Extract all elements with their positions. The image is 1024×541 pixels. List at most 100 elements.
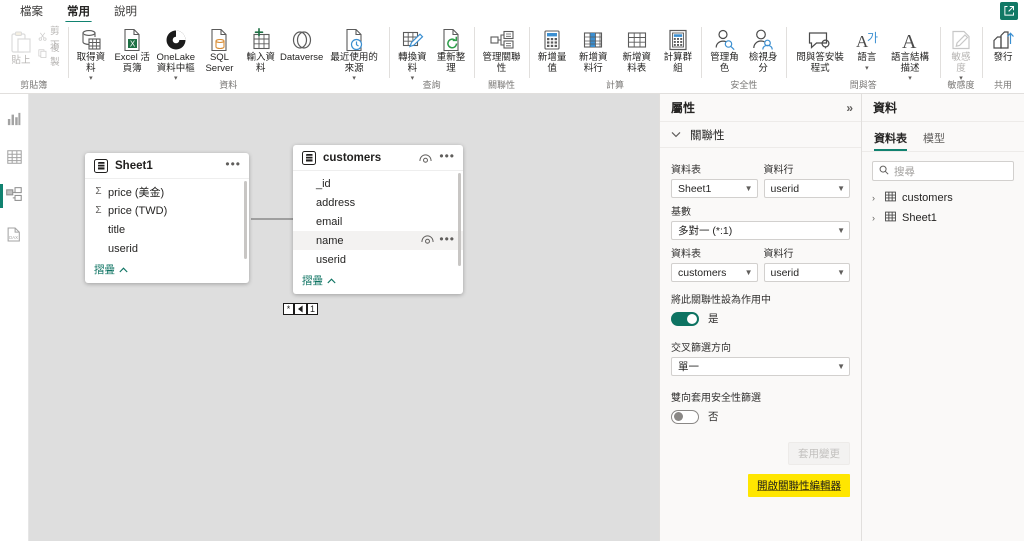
new-table-button[interactable]: 新增資料表 bbox=[615, 25, 659, 74]
field-label: _id bbox=[316, 177, 331, 190]
tab-model[interactable]: 模型 bbox=[923, 130, 945, 151]
tab-tables[interactable]: 資料表 bbox=[874, 130, 907, 151]
copy-button[interactable]: 複製 bbox=[38, 43, 64, 68]
field-row[interactable]: Σ price (TWD) bbox=[85, 201, 249, 220]
new-column-label: 新增資料行 bbox=[579, 52, 608, 74]
to-table-label: 資料表 bbox=[671, 249, 701, 260]
share-export-icon[interactable] bbox=[1000, 2, 1018, 20]
double-chevron-right-icon[interactable]: » bbox=[846, 101, 853, 115]
group-label-calculations: 計算 bbox=[606, 80, 625, 90]
card-scrollbar[interactable] bbox=[458, 173, 461, 266]
ribbon-group-data: 取得資料 ▾ X Excel 活頁簿 OneLake 資料中樞 ▾ SQL Se… bbox=[67, 22, 390, 94]
dataverse-icon bbox=[290, 27, 314, 53]
publish-button[interactable]: 發行 bbox=[986, 25, 1020, 64]
enter-data-button[interactable]: 輸入資料 bbox=[241, 25, 280, 74]
hide-eye-icon[interactable] bbox=[421, 234, 434, 247]
relationship-cardinality-many: * bbox=[283, 303, 294, 315]
ribbon-tab-file[interactable]: 檔案 bbox=[8, 1, 55, 22]
more-options-icon[interactable]: ••• bbox=[225, 158, 241, 172]
chevron-down-icon[interactable] bbox=[671, 129, 681, 141]
apply-changes-button[interactable]: 套用變更 bbox=[788, 442, 850, 465]
qna-setup-button[interactable]: 問與答安裝程式 bbox=[790, 25, 849, 74]
svg-text:X: X bbox=[130, 39, 136, 48]
manage-relationships-button[interactable]: 管理關聯性 bbox=[478, 25, 525, 74]
excel-workbook-button[interactable]: X Excel 活頁簿 bbox=[110, 25, 154, 74]
chevron-down-icon[interactable]: ▾ bbox=[865, 65, 869, 73]
bidirectional-security-toggle[interactable] bbox=[671, 409, 699, 424]
hide-eye-icon[interactable] bbox=[419, 153, 432, 163]
properties-title: 屬性 bbox=[671, 101, 696, 115]
language-button[interactable]: A 가 語言 ▾ bbox=[850, 25, 884, 73]
active-relationship-toggle[interactable] bbox=[671, 311, 699, 326]
calculation-group-button[interactable]: 計算群組 bbox=[659, 25, 698, 74]
to-column-select[interactable]: userid ▼ bbox=[763, 263, 850, 282]
sidebar-item-table-view[interactable] bbox=[0, 142, 28, 174]
from-row: 資料表 Sheet1 ▼ 資料行 userid ▼ bbox=[671, 156, 850, 198]
field-row[interactable]: title bbox=[85, 220, 249, 239]
table-card-header[interactable]: customers ••• bbox=[293, 145, 463, 171]
ribbon-tab-help[interactable]: 說明 bbox=[102, 1, 149, 22]
group-label-qna: 問與答 bbox=[849, 80, 877, 90]
linguistic-schema-button[interactable]: A 語言結構描述 ▾ bbox=[884, 25, 936, 83]
chevron-up-icon bbox=[119, 264, 128, 276]
group-label-data: 資料 bbox=[219, 80, 238, 90]
from-column-select[interactable]: userid ▼ bbox=[763, 179, 850, 198]
view-as-button[interactable]: 檢視身分 bbox=[744, 25, 783, 74]
tree-item-sheet1[interactable]: › Sheet1 bbox=[862, 208, 1024, 228]
recent-sources-button[interactable]: 最近使用的來源 ▾ bbox=[323, 25, 385, 83]
refresh-button[interactable]: 重新整理 bbox=[432, 25, 471, 74]
collapse-card-button[interactable]: 摺疊 bbox=[293, 269, 463, 294]
new-column-button[interactable]: 新增資料行 bbox=[572, 25, 616, 74]
table-card-sheet1[interactable]: Sheet1 ••• Σ price (美金) Σ price (TWD) ti… bbox=[85, 153, 249, 283]
manage-roles-button[interactable]: 管理角色 bbox=[705, 25, 744, 74]
chevron-right-icon[interactable]: › bbox=[872, 213, 879, 223]
card-scrollbar[interactable] bbox=[244, 181, 247, 259]
from-table-select[interactable]: Sheet1 ▼ bbox=[671, 179, 758, 198]
new-measure-button[interactable]: 新增量值 bbox=[533, 25, 572, 74]
group-label-security: 安全性 bbox=[730, 80, 758, 90]
chevron-down-icon: ▼ bbox=[744, 268, 753, 277]
relationship-section-header[interactable]: 關聯性 bbox=[660, 122, 861, 148]
field-row[interactable]: userid bbox=[293, 250, 463, 269]
onelake-hub-button[interactable]: OneLake 資料中樞 ▾ bbox=[154, 25, 198, 83]
to-table-select[interactable]: customers ▼ bbox=[671, 263, 758, 282]
ribbon-tab-home[interactable]: 常用 bbox=[55, 1, 102, 24]
table-card-customers[interactable]: customers ••• _id address email name •••… bbox=[293, 145, 463, 294]
open-relationship-editor-row: 開啟關聯性編輯器 bbox=[671, 474, 850, 497]
table-card-fieldlist: Σ price (美金) Σ price (TWD) title userid bbox=[85, 179, 249, 259]
field-row[interactable]: userid bbox=[85, 239, 249, 258]
search-input[interactable]: 搜尋 bbox=[872, 161, 1014, 181]
field-row-selected[interactable]: name ••• bbox=[293, 231, 463, 250]
cardinality-select[interactable]: 多對一 (*:1) ▼ bbox=[671, 221, 850, 240]
tree-item-customers[interactable]: › customers bbox=[862, 188, 1024, 208]
qna-setup-label: 問與答安裝程式 bbox=[796, 52, 844, 74]
language-icon: A 가 bbox=[854, 27, 880, 53]
field-label: userid bbox=[316, 253, 346, 266]
sidebar-item-model-view[interactable] bbox=[0, 180, 28, 212]
sidebar-item-report-view[interactable] bbox=[0, 104, 28, 136]
more-options-icon[interactable]: ••• bbox=[439, 233, 455, 247]
field-row[interactable]: _id bbox=[293, 174, 463, 193]
cross-filter-select[interactable]: 單一 ▼ bbox=[671, 357, 850, 376]
relationship-section-label: 關聯性 bbox=[690, 129, 725, 142]
open-relationship-editor-button[interactable]: 開啟關聯性編輯器 bbox=[748, 474, 850, 497]
model-canvas[interactable]: * 1 Sheet1 ••• Σ price (美金) Σ price (TWD… bbox=[29, 94, 659, 541]
field-row[interactable]: email bbox=[293, 212, 463, 231]
field-row[interactable]: address bbox=[293, 193, 463, 212]
sql-server-button[interactable]: SQL Server bbox=[198, 25, 242, 74]
chevron-right-icon[interactable]: › bbox=[872, 193, 879, 203]
field-row[interactable]: Σ price (美金) bbox=[85, 182, 249, 201]
active-relationship-toggle-value: 是 bbox=[708, 313, 719, 325]
get-data-button[interactable]: 取得資料 ▾ bbox=[72, 25, 111, 83]
sql-server-icon bbox=[208, 27, 230, 53]
chevron-down-icon: ▼ bbox=[837, 268, 845, 277]
manage-relationships-label: 管理關聯性 bbox=[482, 52, 521, 74]
collapse-card-button[interactable]: 摺疊 bbox=[85, 258, 249, 283]
table-card-header[interactable]: Sheet1 ••• bbox=[85, 153, 249, 179]
transform-data-button[interactable]: 轉換資料 ▾ bbox=[393, 25, 432, 83]
more-options-icon[interactable]: ••• bbox=[439, 150, 455, 164]
sensitivity-button[interactable]: 敏感度 ▾ bbox=[944, 25, 978, 83]
sidebar-item-dax-query-view[interactable]: DAX bbox=[0, 220, 28, 252]
dataverse-button[interactable]: Dataverse bbox=[280, 25, 323, 64]
paste-button[interactable]: 貼上 bbox=[4, 26, 38, 67]
